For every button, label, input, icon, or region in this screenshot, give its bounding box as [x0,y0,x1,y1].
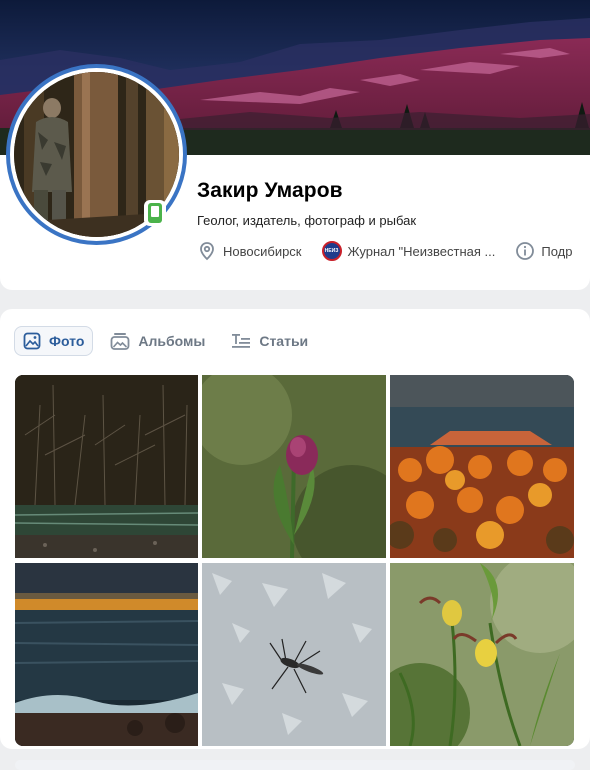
photos-section: Фото Альбомы Статьи [0,309,590,749]
tab-photos-label: Фото [49,333,85,349]
location-pin-icon [200,242,214,261]
mobile-online-icon [144,200,166,226]
tab-albums[interactable]: Альбомы [101,326,214,356]
journal-link[interactable]: НЕИЗ Журнал "Неизвестная ... [321,241,496,261]
journal-logo: НЕИЗ [321,241,342,261]
photo-yellow-lady-slipper[interactable] [390,563,574,746]
details-link[interactable]: Подр [515,241,572,261]
profile-card: Закир Умаров Геолог, издатель, фотограф … [0,0,590,290]
photo-mosquito-on-ice[interactable] [202,563,386,746]
city-link[interactable]: Новосибирск [197,241,302,261]
journal-label: Журнал "Неизвестная ... [347,243,496,259]
photo-sea-sunset-waves[interactable] [15,563,198,746]
image-icon [23,332,41,350]
profile-name: Закир Умаров [197,179,343,202]
tab-photos[interactable]: Фото [14,326,94,356]
albums-icon [110,333,130,350]
city-label: Новосибирск [223,243,302,259]
photo-lady-slipper-bud[interactable] [202,375,386,558]
photos-tabs: Фото Альбомы Статьи [14,326,325,356]
tab-albums-label: Альбомы [138,333,206,349]
details-label: Подр [541,243,573,259]
photo-river-forest-night[interactable] [15,375,198,558]
profile-info-row: Новосибирск НЕИЗ Журнал "Неизвестная ...… [197,240,590,262]
next-section [15,760,575,770]
tab-articles[interactable]: Статьи [222,326,317,356]
tab-articles-label: Статьи [259,333,309,349]
profile-status: Геолог, издатель, фотограф и рыбак [197,213,417,228]
article-icon [232,334,251,348]
photo-grid [15,375,575,746]
info-icon [516,242,535,260]
photo-autumn-forest-cliff[interactable] [390,375,574,558]
